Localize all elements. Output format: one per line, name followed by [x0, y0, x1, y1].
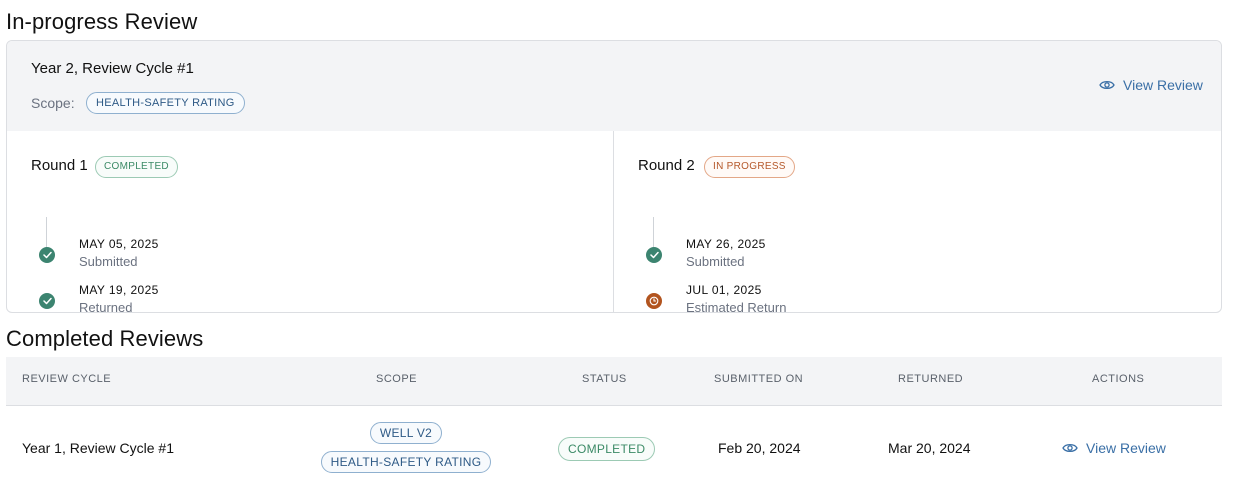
- round-status-badge: IN PROGRESS: [704, 156, 795, 178]
- view-review-label: View Review: [1123, 77, 1203, 93]
- round-title: Round 1: [31, 157, 88, 174]
- in-progress-section-title: In-progress Review: [6, 9, 198, 34]
- review-card-header: Year 2, Review Cycle #1 Scope: HEALTH-SA…: [7, 41, 1221, 131]
- view-review-link[interactable]: View Review: [1062, 440, 1166, 456]
- step-date: JUL 01, 2025: [686, 283, 762, 297]
- eye-icon: [1099, 79, 1115, 91]
- scope-cell: WELL V2 HEALTH-SAFETY RATING: [316, 422, 496, 473]
- round-divider: [613, 131, 614, 312]
- check-circle-icon: [646, 247, 662, 263]
- in-progress-review-card: Year 2, Review Cycle #1 Scope: HEALTH-SA…: [6, 40, 1222, 313]
- column-header-status: STATUS: [582, 373, 627, 385]
- review-cycle-cell: Year 1, Review Cycle #1: [22, 440, 175, 456]
- returned-cell: Mar 20, 2024: [888, 440, 971, 456]
- table-row: Year 1, Review Cycle #1 WELL V2 HEALTH-S…: [6, 406, 1222, 501]
- step-label: Submitted: [686, 254, 745, 269]
- step-date: MAY 26, 2025: [686, 237, 766, 251]
- step-label: Submitted: [79, 254, 138, 269]
- column-header-submitted-on: SUBMITTED ON: [714, 373, 804, 385]
- table-header: REVIEW CYCLE SCOPE STATUS SUBMITTED ON R…: [6, 357, 1222, 406]
- round-title: Round 2: [638, 157, 695, 174]
- column-header-review-cycle: REVIEW CYCLE: [22, 373, 112, 385]
- view-review-link[interactable]: View Review: [1099, 77, 1203, 93]
- check-circle-icon: [39, 247, 55, 263]
- review-cycle-title: Year 2, Review Cycle #1: [31, 60, 194, 77]
- round-2: Round 2 IN PROGRESS MAY 26, 2025 Submitt…: [638, 131, 1198, 312]
- step-label: Estimated Return: [686, 300, 787, 313]
- view-review-label: View Review: [1086, 440, 1166, 456]
- column-header-returned: RETURNED: [898, 373, 964, 385]
- column-header-scope: SCOPE: [376, 373, 418, 385]
- completed-section-title: Completed Reviews: [6, 326, 204, 351]
- status-badge: COMPLETED: [558, 437, 656, 461]
- scope-pill: HEALTH-SAFETY RATING: [320, 451, 492, 473]
- round-status-badge: COMPLETED: [95, 156, 178, 178]
- round-1: Round 1 COMPLETED MAY 05, 2025 Submitted…: [31, 131, 591, 312]
- step-label: Returned: [79, 300, 133, 313]
- scope-label: Scope:: [31, 95, 75, 111]
- eye-icon: [1062, 442, 1078, 454]
- scope-pill: WELL V2: [369, 422, 443, 444]
- scope-pill: HEALTH-SAFETY RATING: [86, 92, 245, 114]
- column-header-actions: ACTIONS: [1092, 373, 1145, 385]
- step-date: MAY 19, 2025: [79, 283, 159, 297]
- submitted-on-cell: Feb 20, 2024: [718, 440, 801, 456]
- step-date: MAY 05, 2025: [79, 237, 159, 251]
- clock-icon: [646, 293, 662, 309]
- rounds-area: Round 1 COMPLETED MAY 05, 2025 Submitted…: [7, 131, 1221, 312]
- check-circle-icon: [39, 293, 55, 309]
